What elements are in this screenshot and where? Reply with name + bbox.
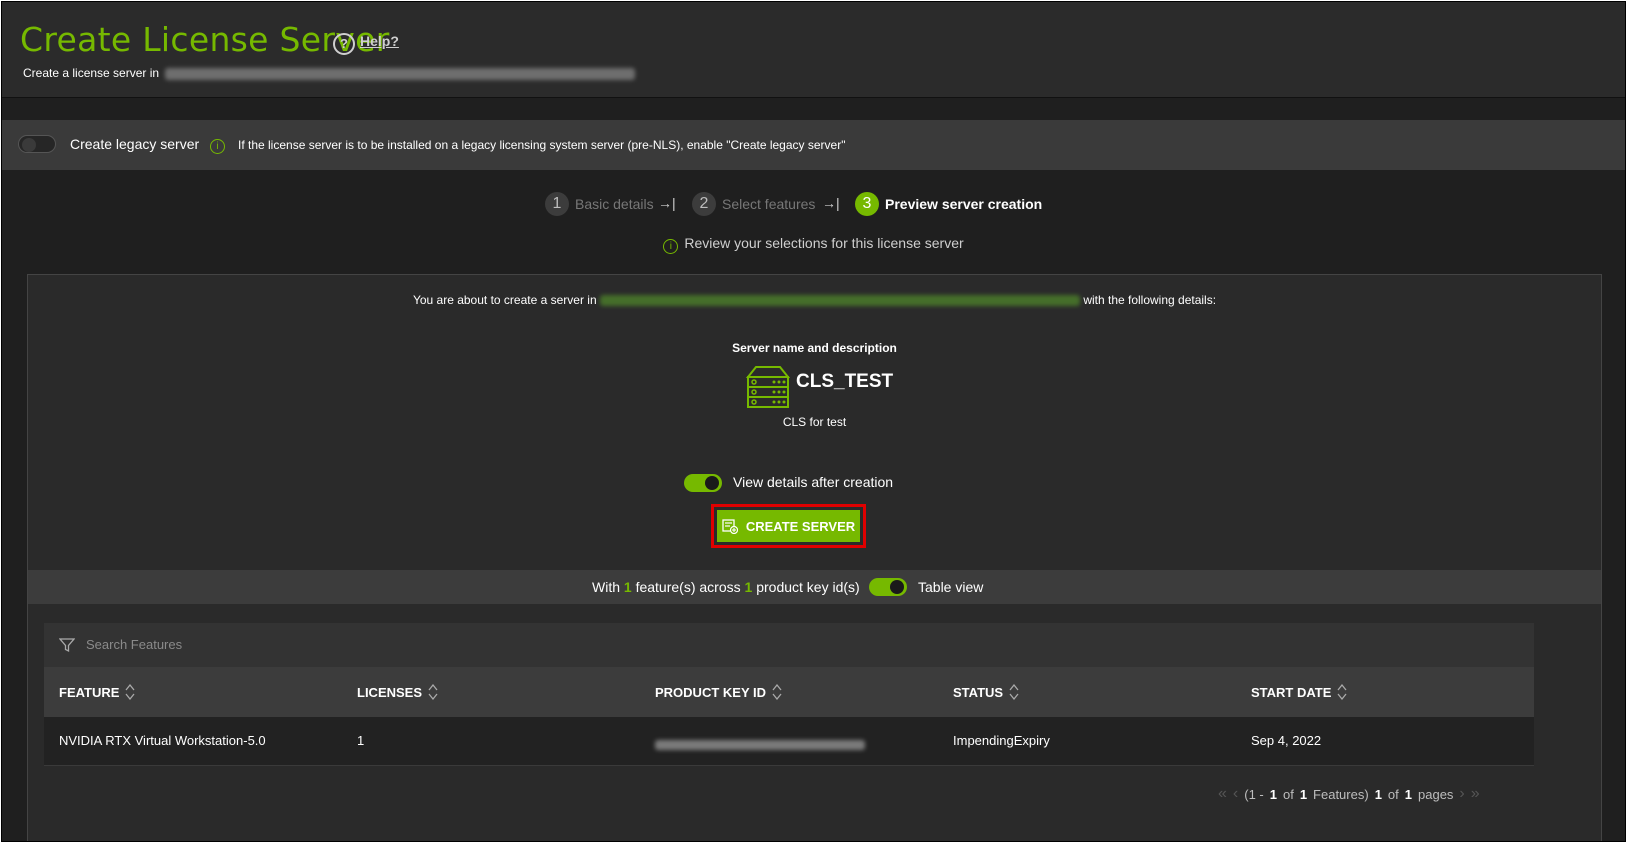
- toggle-knob: [705, 476, 719, 490]
- table-view-label: Table view: [918, 579, 984, 595]
- column-header-product-key-id[interactable]: PRODUCT KEY ID: [655, 684, 782, 700]
- help-link[interactable]: Help?: [360, 33, 399, 49]
- first-page-icon[interactable]: «: [1218, 785, 1227, 803]
- app-frame: Create License Server ? Help? Create a l…: [1, 1, 1626, 842]
- create-server-highlight: CREATE SERVER: [711, 504, 866, 548]
- search-input[interactable]: Search Features: [86, 637, 182, 652]
- view-details-label: View details after creation: [733, 474, 894, 490]
- filter-icon: [59, 638, 75, 653]
- legacy-server-label: Create legacy server: [70, 136, 200, 152]
- prev-page-icon[interactable]: ‹: [1233, 785, 1238, 803]
- step-arrow-icon: →|: [822, 195, 840, 211]
- help-icon[interactable]: ?: [333, 33, 355, 55]
- info-icon: i: [210, 139, 225, 154]
- legacy-server-info: If the license server is to be installed…: [238, 138, 846, 152]
- search-bar[interactable]: Search Features: [44, 623, 1534, 667]
- next-page-icon[interactable]: ›: [1459, 785, 1464, 803]
- column-header-status[interactable]: STATUS: [953, 684, 1019, 700]
- create-server-button[interactable]: CREATE SERVER: [717, 510, 860, 542]
- column-header-licenses[interactable]: LICENSES: [357, 684, 438, 700]
- sort-icon: [1009, 684, 1019, 700]
- review-note-text: Review your selections for this license …: [684, 235, 964, 251]
- feature-count: 1: [623, 579, 632, 595]
- sort-icon: [428, 684, 438, 700]
- pagination-page: 1: [1374, 786, 1382, 802]
- about-line: You are about to create a server in with…: [28, 293, 1601, 307]
- step-preview-server-creation[interactable]: 3 Preview server creation: [855, 192, 1042, 216]
- cell-feature: NVIDIA RTX Virtual Workstation-5.0: [59, 733, 266, 748]
- summary-text: With 1 feature(s) across 1 product key i…: [592, 579, 860, 595]
- about-prefix: You are about to create a server in: [412, 293, 597, 307]
- redacted-org-name: [165, 67, 636, 80]
- pagination-range-end: 1: [1269, 786, 1277, 802]
- column-label: LICENSES: [357, 684, 423, 700]
- cell-licenses: 1: [357, 733, 365, 748]
- redacted-org-path: [599, 295, 1080, 307]
- product-key-count: 1: [744, 579, 753, 595]
- view-details-toggle[interactable]: [684, 474, 722, 492]
- column-header-start-date[interactable]: START DATE: [1251, 684, 1347, 700]
- about-suffix: with the following details:: [1083, 293, 1217, 307]
- step-select-features[interactable]: 2 Select features: [692, 192, 815, 216]
- step-number: 3: [855, 192, 879, 216]
- pagination-total: 1: [1299, 786, 1308, 802]
- column-label: START DATE: [1251, 684, 1332, 700]
- summary-prefix: With: [592, 579, 620, 595]
- pagination-of-pages: of: [1387, 786, 1399, 802]
- cell-start-date: Sep 4, 2022: [1251, 733, 1322, 748]
- legacy-server-bar: Create legacy server i If the license se…: [2, 120, 1625, 170]
- create-server-icon: [722, 519, 738, 534]
- pagination-pages-label: pages: [1418, 786, 1454, 802]
- toggle-knob: [890, 580, 904, 594]
- column-label: STATUS: [953, 684, 1004, 700]
- cell-status: ImpendingExpiry: [953, 733, 1050, 748]
- pagination-features-label: Features): [1313, 786, 1369, 802]
- server-name: CLS_TEST: [796, 371, 894, 392]
- table-view-toggle[interactable]: [869, 578, 907, 596]
- summary-suffix: product key id(s): [756, 579, 860, 595]
- legacy-server-toggle[interactable]: [18, 135, 56, 153]
- step-arrow-icon: →|: [658, 195, 676, 211]
- step-number: 1: [545, 192, 569, 216]
- info-icon: i: [663, 239, 679, 254]
- column-label: FEATURE: [59, 684, 120, 700]
- create-server-label: CREATE SERVER: [745, 518, 856, 534]
- pagination-pages: 1: [1404, 786, 1412, 802]
- step-label: Select features: [722, 196, 816, 212]
- step-basic-details[interactable]: 1 Basic details: [545, 192, 654, 216]
- sort-icon: [125, 684, 135, 700]
- summary-bar: With 1 feature(s) across 1 product key i…: [28, 570, 1601, 604]
- step-label: Basic details: [575, 196, 654, 212]
- preview-panel: You are about to create a server in with…: [27, 274, 1602, 841]
- toggle-knob: [22, 138, 36, 152]
- summary-middle: feature(s) across: [635, 579, 741, 595]
- pagination: « ‹ (1 - 1 of 1 Features) 1 of 1 pages ›…: [1218, 785, 1480, 803]
- column-label: PRODUCT KEY ID: [655, 684, 766, 700]
- last-page-icon[interactable]: »: [1471, 785, 1480, 803]
- page-header: Create License Server ? Help? Create a l…: [2, 2, 1625, 98]
- column-header-feature[interactable]: FEATURE: [59, 684, 135, 700]
- pagination-open: (1 -: [1244, 786, 1264, 802]
- pagination-of: of: [1282, 786, 1294, 802]
- sort-icon: [1337, 684, 1347, 700]
- server-icon: [746, 366, 790, 408]
- review-note: i Review your selections for this license…: [2, 235, 1625, 254]
- server-description: CLS for test: [782, 415, 847, 429]
- table-header: FEATURE LICENSES PRODUCT KEY ID STATUS S…: [44, 667, 1534, 717]
- step-label: Preview server creation: [885, 196, 1043, 212]
- page-subtitle: Create a license server in: [23, 66, 636, 80]
- step-number: 2: [692, 192, 716, 216]
- table-row[interactable]: NVIDIA RTX Virtual Workstation-5.0 1 Imp…: [44, 717, 1534, 766]
- cell-product-key-id-redacted: [655, 736, 865, 751]
- sort-icon: [772, 684, 782, 700]
- section-title: Server name and description: [732, 341, 897, 355]
- subtitle-prefix: Create a license server in: [23, 66, 160, 80]
- redacted-product-key: [655, 739, 865, 750]
